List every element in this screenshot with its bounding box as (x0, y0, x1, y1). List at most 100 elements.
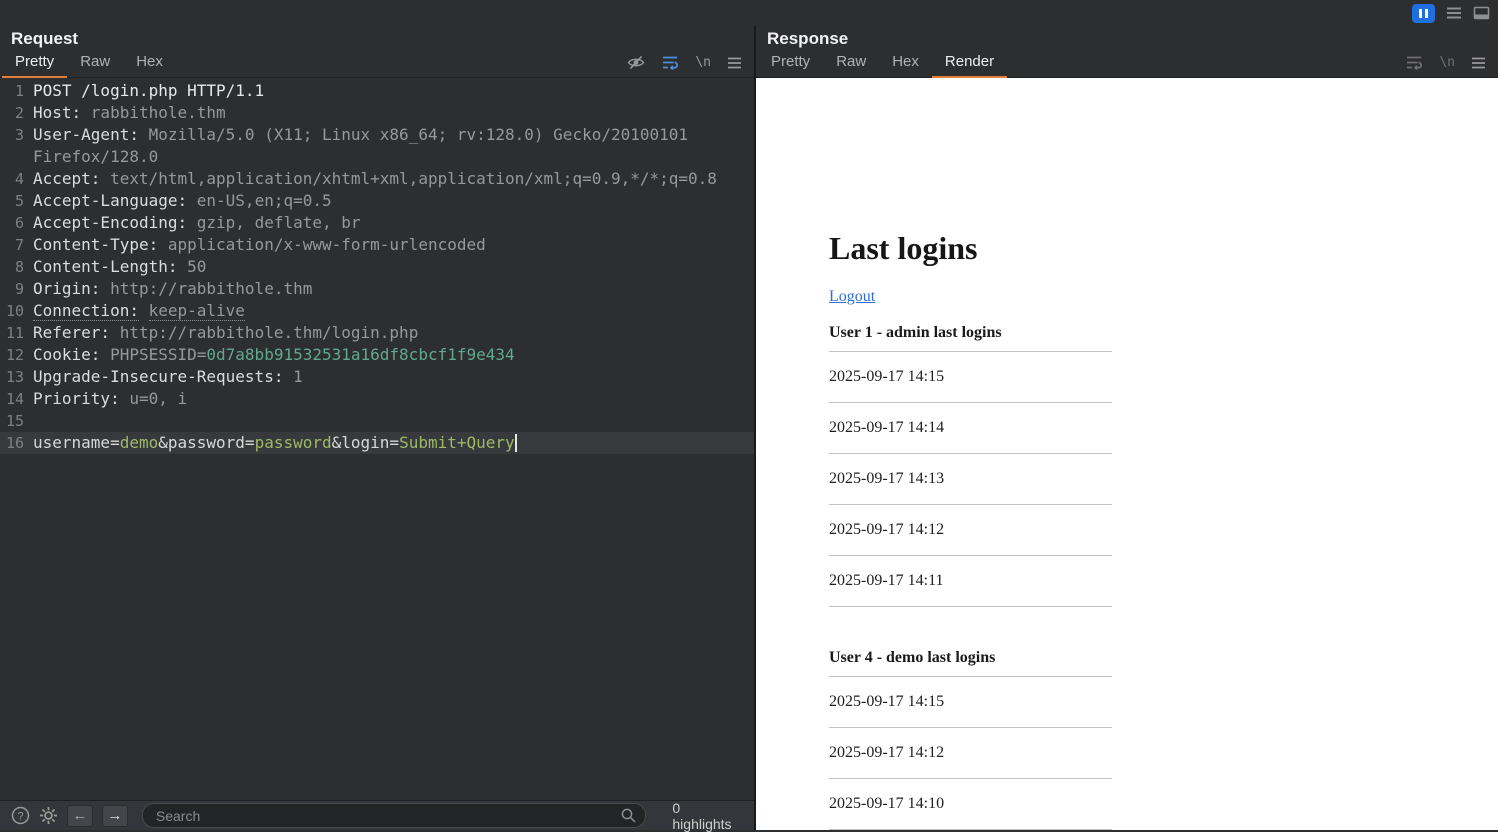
menu-icon[interactable] (1471, 57, 1486, 69)
request-line-9[interactable]: 9 Origin: http://rabbithole.thm (0, 278, 754, 300)
search-input[interactable] (141, 803, 647, 828)
table-row: 2025-09-17 14:15 (829, 351, 1112, 403)
svg-text:?: ? (17, 811, 23, 823)
line-content: User-Agent: Mozilla/5.0 (X11; Linux x86_… (24, 124, 754, 168)
table-row: 2025-09-17 14:15 (829, 676, 1112, 728)
response-tabs: Pretty Raw Hex Render (758, 49, 1008, 78)
settings-gear-icon[interactable] (39, 806, 58, 825)
code-token: Content-Type: (33, 235, 168, 254)
code-token: gzip, deflate, br (196, 213, 361, 232)
response-tab-render[interactable]: Render (931, 49, 1008, 78)
line-number: 11 (5, 324, 24, 342)
response-tab-raw[interactable]: Raw (823, 49, 879, 78)
app-window: Request PrettyRawHex \n 1POST /login. (0, 0, 1498, 832)
request-line-13[interactable]: 13 Upgrade-Insecure-Requests: 1 (0, 366, 754, 388)
code-token: Cookie: (33, 345, 111, 364)
panel-layout-icon[interactable] (1473, 6, 1490, 20)
request-tab-raw[interactable]: Raw (67, 49, 123, 78)
line-content: POST /login.php HTTP/1.1 (24, 80, 754, 102)
line-content: Content-Length: 50 (24, 256, 754, 278)
login-timestamp: 2025-09-17 14:14 (829, 402, 1112, 454)
last-logins-tables: User 1 - admin last logins 2025-09-17 14:… (829, 324, 1478, 830)
login-timestamp: 2025-09-17 14:12 (829, 504, 1112, 556)
menu-icon[interactable] (727, 57, 742, 69)
line-number: 15 (5, 412, 24, 430)
request-line-1[interactable]: 1 POST /login.php HTTP/1.1 (0, 80, 754, 102)
line-number: 12 (5, 346, 24, 364)
code-token: Priority: (33, 389, 130, 408)
newline-toggle-icon[interactable]: \n (1439, 55, 1455, 70)
code-token: u=0, i (129, 389, 188, 408)
line-content: Origin: http://rabbithole.thm (24, 278, 754, 300)
request-editor[interactable]: 1 POST /login.php HTTP/1.1 2 Host: rabbitho… (0, 78, 754, 800)
code-token: text/html,application/xhtml+xml,applicat… (110, 169, 717, 188)
request-line-5[interactable]: 5 Accept-Language: en-US,en;q=0.5 (0, 190, 754, 212)
next-match-button[interactable]: → (101, 804, 128, 827)
line-number: 14 (5, 390, 24, 408)
line-number: 8 (14, 258, 24, 276)
pause-icon (1419, 8, 1422, 18)
line-number: 7 (14, 236, 24, 254)
line-content: Accept-Encoding: gzip, deflate, br (24, 212, 754, 234)
code-token: username= (33, 433, 120, 452)
request-line-16[interactable]: 16 username=demo&password=password&login=… (0, 432, 754, 454)
code-token: Submit+Query (399, 433, 515, 452)
table-row: 2025-09-17 14:11 (829, 555, 1112, 607)
previous-match-button[interactable]: ← (67, 804, 93, 827)
login-timestamp: 2025-09-17 14:12 (829, 727, 1112, 779)
search-box (141, 803, 647, 829)
list-view-icon[interactable] (1445, 6, 1463, 20)
request-line-15[interactable]: 15 (0, 410, 754, 432)
request-line-7[interactable]: 7 Content-Type: application/x-www-form-ur… (0, 234, 754, 256)
request-pane: Request PrettyRawHex \n 1POST /login. (0, 26, 756, 832)
request-toolbar-icons: \n (627, 55, 742, 77)
request-line-8[interactable]: 8 Content-Length: 50 (0, 256, 754, 278)
request-tab-pretty[interactable]: Pretty (2, 49, 68, 78)
word-wrap-icon[interactable] (1405, 55, 1423, 70)
response-tab-pretty[interactable]: Pretty (758, 49, 823, 78)
code-token: Accept: (33, 169, 111, 188)
request-line-4[interactable]: 4 Accept: text/html,application/xhtml+xml… (0, 168, 754, 190)
help-icon[interactable]: ? (11, 806, 30, 825)
request-line-14[interactable]: 14 Priority: u=0, i (0, 388, 754, 410)
code-token: Origin: (33, 279, 111, 298)
last-logins-table: User 1 - admin last logins 2025-09-17 14:… (829, 324, 1112, 607)
logout-link[interactable]: Logout (829, 288, 875, 305)
page-title: Last logins (829, 230, 978, 266)
request-line-11[interactable]: 11 Referer: http://rabbithole.thm/login.p… (0, 322, 754, 344)
table-header: User 4 - demo last logins (829, 649, 1112, 677)
line-content: Accept-Language: en-US,en;q=0.5 (24, 190, 754, 212)
hide-icon[interactable] (627, 55, 645, 70)
code-token: User-Agent: (33, 125, 149, 144)
code-token: rabbithole.thm (90, 103, 226, 122)
code-token: http://rabbithole.thm (110, 279, 313, 298)
search-icon[interactable] (620, 807, 637, 829)
request-tab-hex[interactable]: Hex (123, 49, 176, 78)
request-line-10[interactable]: 10 Connection: keep-alive (0, 300, 754, 322)
login-timestamp: 2025-09-17 14:10 (829, 778, 1112, 830)
line-number: 9 (14, 280, 24, 298)
code-token: &login= (331, 433, 400, 452)
pause-button[interactable] (1412, 3, 1435, 23)
newline-toggle-icon[interactable]: \n (695, 55, 711, 70)
line-content: username=demo&password=password&login=Su… (24, 432, 754, 454)
line-number: 1 (14, 82, 24, 100)
request-line-2[interactable]: 2 Host: rabbithole.thm (0, 102, 754, 124)
table-header: User 1 - admin last logins (829, 324, 1112, 352)
split-view: Request PrettyRawHex \n 1POST /login. (0, 26, 1498, 832)
request-line-6[interactable]: 6 Accept-Encoding: gzip, deflate, br (0, 212, 754, 234)
request-tabs: Pretty Raw Hex (2, 49, 176, 78)
request-line-12[interactable]: 12 Cookie: PHPSESSID=0d7a8bb91532531a16df… (0, 344, 754, 366)
line-content: Host: rabbithole.thm (24, 102, 754, 124)
response-toolbar-icons: \n (1405, 55, 1486, 77)
code-token: POST /login.php HTTP/1.1 (33, 81, 265, 100)
request-line-3[interactable]: 3 User-Agent: Mozilla/5.0 (X11; Linux x86… (0, 124, 754, 168)
code-token: Content-Length: (33, 257, 188, 276)
code-token: 50 (187, 257, 207, 276)
response-tab-hex[interactable]: Hex (879, 49, 932, 78)
word-wrap-icon[interactable] (661, 55, 679, 70)
line-number: 10 (5, 302, 24, 320)
line-content: Priority: u=0, i (24, 388, 754, 410)
code-token: Upgrade-Insecure-Requests: (33, 367, 294, 386)
